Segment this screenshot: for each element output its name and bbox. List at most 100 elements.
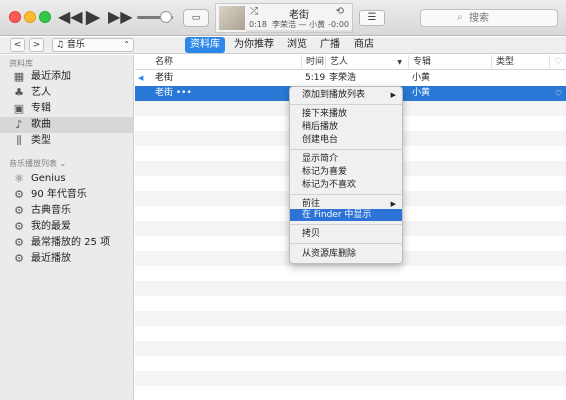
- smart-playlist-gear-icon: ⚙: [14, 204, 24, 217]
- sidebar-item-songs[interactable]: ♪ 歌曲: [0, 117, 134, 133]
- column-header-genre[interactable]: 类型: [491, 55, 549, 70]
- back-button[interactable]: <: [10, 38, 25, 52]
- menu-separator: [290, 194, 402, 195]
- sidebar: 资料库 ▦ 最近添加 ♣ 艺人 ▣ 专辑 ♪ 歌曲 ⫼ 类型 音乐播放列表 ⌄ …: [0, 55, 134, 400]
- column-header-time[interactable]: 时间: [301, 55, 325, 70]
- menu-item-create-station[interactable]: 创建电台: [290, 134, 402, 146]
- progress-bar[interactable]: [246, 30, 352, 32]
- sidebar-item-recently-added[interactable]: ▦ 最近添加: [0, 69, 134, 85]
- smart-playlist-gear-icon: ⚙: [14, 236, 24, 249]
- column-header-name[interactable]: 名称: [151, 55, 301, 70]
- column-header-love[interactable]: ♡: [549, 55, 566, 70]
- navigation-toolbar: < > ♫ 音乐 ⌃ 资料库 为你推荐 浏览 广播 商店: [0, 37, 566, 54]
- menu-item-add-to-playlist[interactable]: 添加到播放列表 ▶: [290, 89, 402, 101]
- menu-separator: [290, 243, 402, 244]
- elapsed-time: 0:18: [249, 20, 267, 29]
- search-icon: ⌕: [457, 12, 463, 23]
- zoom-window-button[interactable]: [39, 11, 51, 23]
- album-icon: ▣: [13, 102, 25, 115]
- menu-item-delete-from-library[interactable]: 从资源库删除: [290, 248, 402, 260]
- next-track-icon[interactable]: ▶▶: [108, 7, 133, 27]
- genres-icon: ⫼: [16, 134, 22, 147]
- column-header-label: 艺人: [330, 57, 349, 67]
- microphone-icon: ♣: [14, 86, 24, 99]
- cell-album: 小黄: [412, 73, 431, 83]
- table-header: 名称 时间 艺人 ▼ 专辑 类型 ♡: [135, 55, 566, 70]
- previous-track-icon[interactable]: ◀◀: [58, 7, 83, 27]
- empty-row: [135, 356, 566, 371]
- sidebar-item-albums[interactable]: ▣ 专辑: [0, 101, 134, 117]
- sidebar-item-artists[interactable]: ♣ 艺人: [0, 85, 134, 101]
- tab-store[interactable]: 商店: [349, 37, 379, 53]
- now-playing-artist-album: 李荣浩 — 小黄: [272, 20, 326, 29]
- sidebar-item-genius[interactable]: ⚛ Genius: [0, 171, 134, 187]
- minimize-window-button[interactable]: [24, 11, 36, 23]
- menu-item-label: 添加到播放列表: [302, 90, 366, 100]
- cell-name: 老街: [155, 73, 174, 83]
- sidebar-item-label: 古典音乐: [31, 205, 71, 216]
- sidebar-item-label: 最近添加: [31, 71, 71, 82]
- sidebar-item-top-25[interactable]: ⚙ 最常播放的 25 项: [0, 235, 134, 251]
- genius-icon: ⚛: [14, 172, 24, 185]
- sidebar-item-genres[interactable]: ⫼ 类型: [0, 133, 134, 149]
- submenu-arrow-icon: ▶: [390, 91, 396, 99]
- sidebar-item-label: 最常播放的 25 项: [31, 237, 111, 248]
- menu-separator: [290, 149, 402, 150]
- sidebar-item-90s-music[interactable]: ⚙ 90 年代音乐: [0, 187, 134, 203]
- album-artwork[interactable]: [219, 6, 245, 30]
- empty-row: [135, 281, 566, 296]
- heart-icon[interactable]: ♡: [555, 86, 562, 101]
- smart-playlist-gear-icon: ⚙: [14, 220, 24, 233]
- play-icon[interactable]: ▶: [83, 7, 103, 27]
- playlists-section-title[interactable]: 音乐播放列表 ⌄: [9, 158, 66, 169]
- close-window-button[interactable]: [9, 11, 21, 23]
- menu-separator: [290, 224, 402, 225]
- title-bar: ◀◀ ▶ ▶▶ ▭ ⤮ 老街 ⟲ 0:18 李荣浩 — 小黄 -0:00 ☰ ⌕: [0, 0, 566, 36]
- search-box[interactable]: ⌕: [420, 9, 558, 27]
- volume-slider-knob[interactable]: [160, 11, 172, 23]
- media-type-selector[interactable]: ♫ 音乐 ⌃: [52, 38, 134, 52]
- empty-row: [135, 326, 566, 341]
- cell-artist: 李荣浩: [329, 73, 357, 83]
- menu-item-get-info[interactable]: 显示简介: [290, 153, 402, 165]
- smart-playlist-gear-icon: ⚙: [14, 252, 24, 265]
- forward-button[interactable]: >: [29, 38, 44, 52]
- cell-time: 5:19: [305, 73, 326, 83]
- sidebar-item-label: 艺人: [31, 87, 51, 98]
- repeat-icon[interactable]: ⟲: [336, 6, 344, 17]
- menu-item-play-next[interactable]: 接下来播放: [290, 108, 402, 120]
- tab-radio[interactable]: 广播: [315, 37, 345, 53]
- cell-album: 小黄: [412, 88, 431, 98]
- tab-library[interactable]: 资料库: [185, 37, 225, 53]
- menu-item-play-later[interactable]: 稍后播放: [290, 121, 402, 133]
- tab-browse[interactable]: 浏览: [282, 37, 312, 53]
- context-menu: 添加到播放列表 ▶ 接下来播放 稍后播放 创建电台 显示简介 标记为喜爱 标记为…: [289, 86, 403, 264]
- music-note-icon: ♪: [15, 118, 23, 131]
- airplay-icon[interactable]: ▭: [183, 9, 209, 27]
- menu-item-copy[interactable]: 拷贝: [290, 228, 402, 240]
- table-row[interactable]: ◀ 老街 5:19 李荣浩 小黄: [135, 71, 566, 86]
- library-section-title: 资料库: [9, 59, 33, 68]
- menu-item-show-in-finder[interactable]: 在 Finder 中显示: [290, 209, 402, 221]
- sidebar-item-label: 90 年代音乐: [31, 189, 87, 200]
- empty-row: [135, 341, 566, 356]
- empty-row: [135, 371, 566, 386]
- empty-row: [135, 266, 566, 281]
- menu-separator: [290, 104, 402, 105]
- column-header-album[interactable]: 专辑: [408, 55, 491, 70]
- media-type-label: ♫ 音乐: [56, 40, 85, 50]
- sidebar-item-label: 类型: [31, 135, 51, 146]
- menu-item-dislike[interactable]: 标记为不喜欢: [290, 179, 402, 191]
- now-playing-display: ⤮ 老街 ⟲ 0:18 李荣浩 — 小黄 -0:00: [215, 3, 353, 33]
- search-input[interactable]: [469, 11, 549, 25]
- sidebar-item-label: 我的最爱: [31, 221, 71, 232]
- sidebar-item-my-favorites[interactable]: ⚙ 我的最爱: [0, 219, 134, 235]
- up-next-list-icon[interactable]: ☰: [359, 10, 385, 26]
- tab-for-you[interactable]: 为你推荐: [229, 37, 279, 53]
- empty-row: [135, 296, 566, 311]
- sidebar-item-recently-played[interactable]: ⚙ 最近播放: [0, 251, 134, 267]
- column-header-artist[interactable]: 艺人 ▼: [325, 55, 408, 70]
- chevron-updown-icon: ⌃: [123, 40, 130, 49]
- menu-item-love[interactable]: 标记为喜爱: [290, 166, 402, 178]
- sidebar-item-classical[interactable]: ⚙ 古典音乐: [0, 203, 134, 219]
